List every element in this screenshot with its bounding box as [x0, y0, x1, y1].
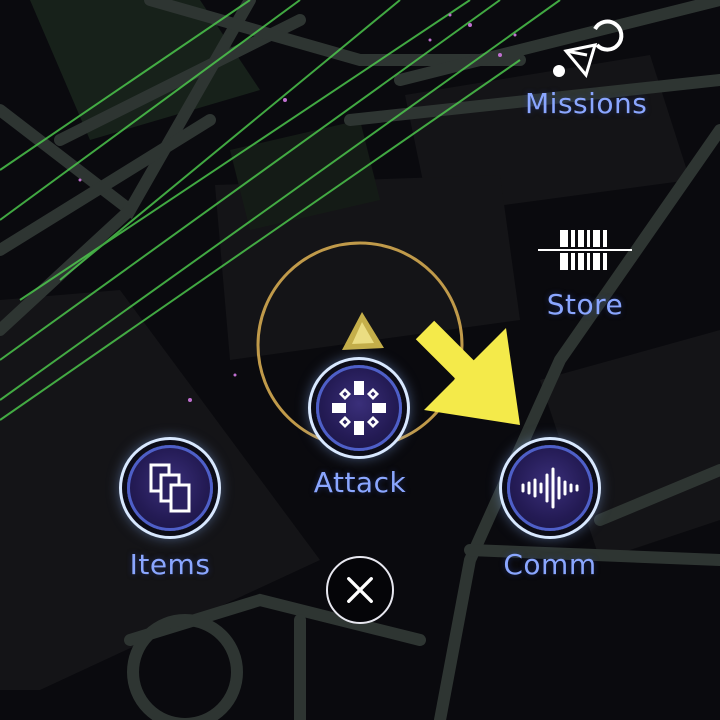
missions-label: Missions	[525, 87, 648, 120]
arrow-down-right-icon	[415, 320, 520, 425]
stacked-cards-icon	[149, 463, 191, 513]
map-roundabout	[127, 614, 243, 720]
attack-button[interactable]: Attack	[300, 362, 420, 502]
close-button[interactable]	[326, 556, 394, 624]
close-x-icon	[347, 577, 373, 603]
store-label: Store	[546, 288, 624, 321]
compass-needle-icon	[553, 19, 624, 79]
items-button[interactable]: Items	[110, 442, 230, 587]
store-button[interactable]: Store	[530, 222, 640, 322]
items-label: Items	[129, 548, 211, 581]
items-orb	[127, 445, 213, 531]
attack-label: Attack	[313, 466, 407, 499]
attack-orb	[316, 365, 402, 451]
crosshair-icon	[332, 381, 386, 435]
comm-label: Comm	[503, 548, 597, 581]
comm-button[interactable]: Comm	[490, 442, 610, 587]
missions-button[interactable]: Missions	[525, 5, 648, 120]
comm-orb	[507, 445, 593, 531]
soundwave-icon	[521, 467, 579, 509]
barcode-scale-icon	[538, 230, 632, 270]
